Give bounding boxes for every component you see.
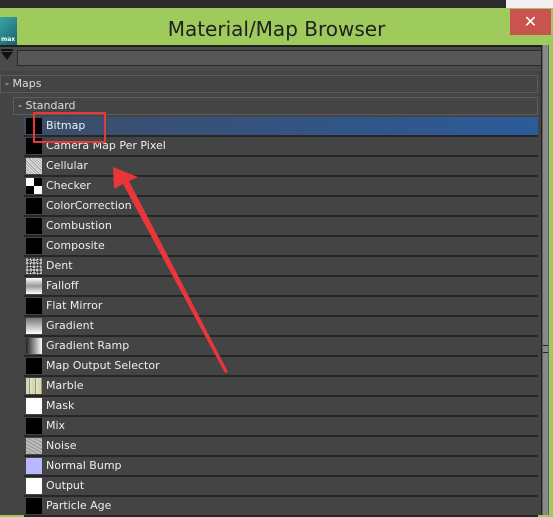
arrow-shape (113, 167, 228, 373)
annotation-arrow (113, 167, 228, 373)
